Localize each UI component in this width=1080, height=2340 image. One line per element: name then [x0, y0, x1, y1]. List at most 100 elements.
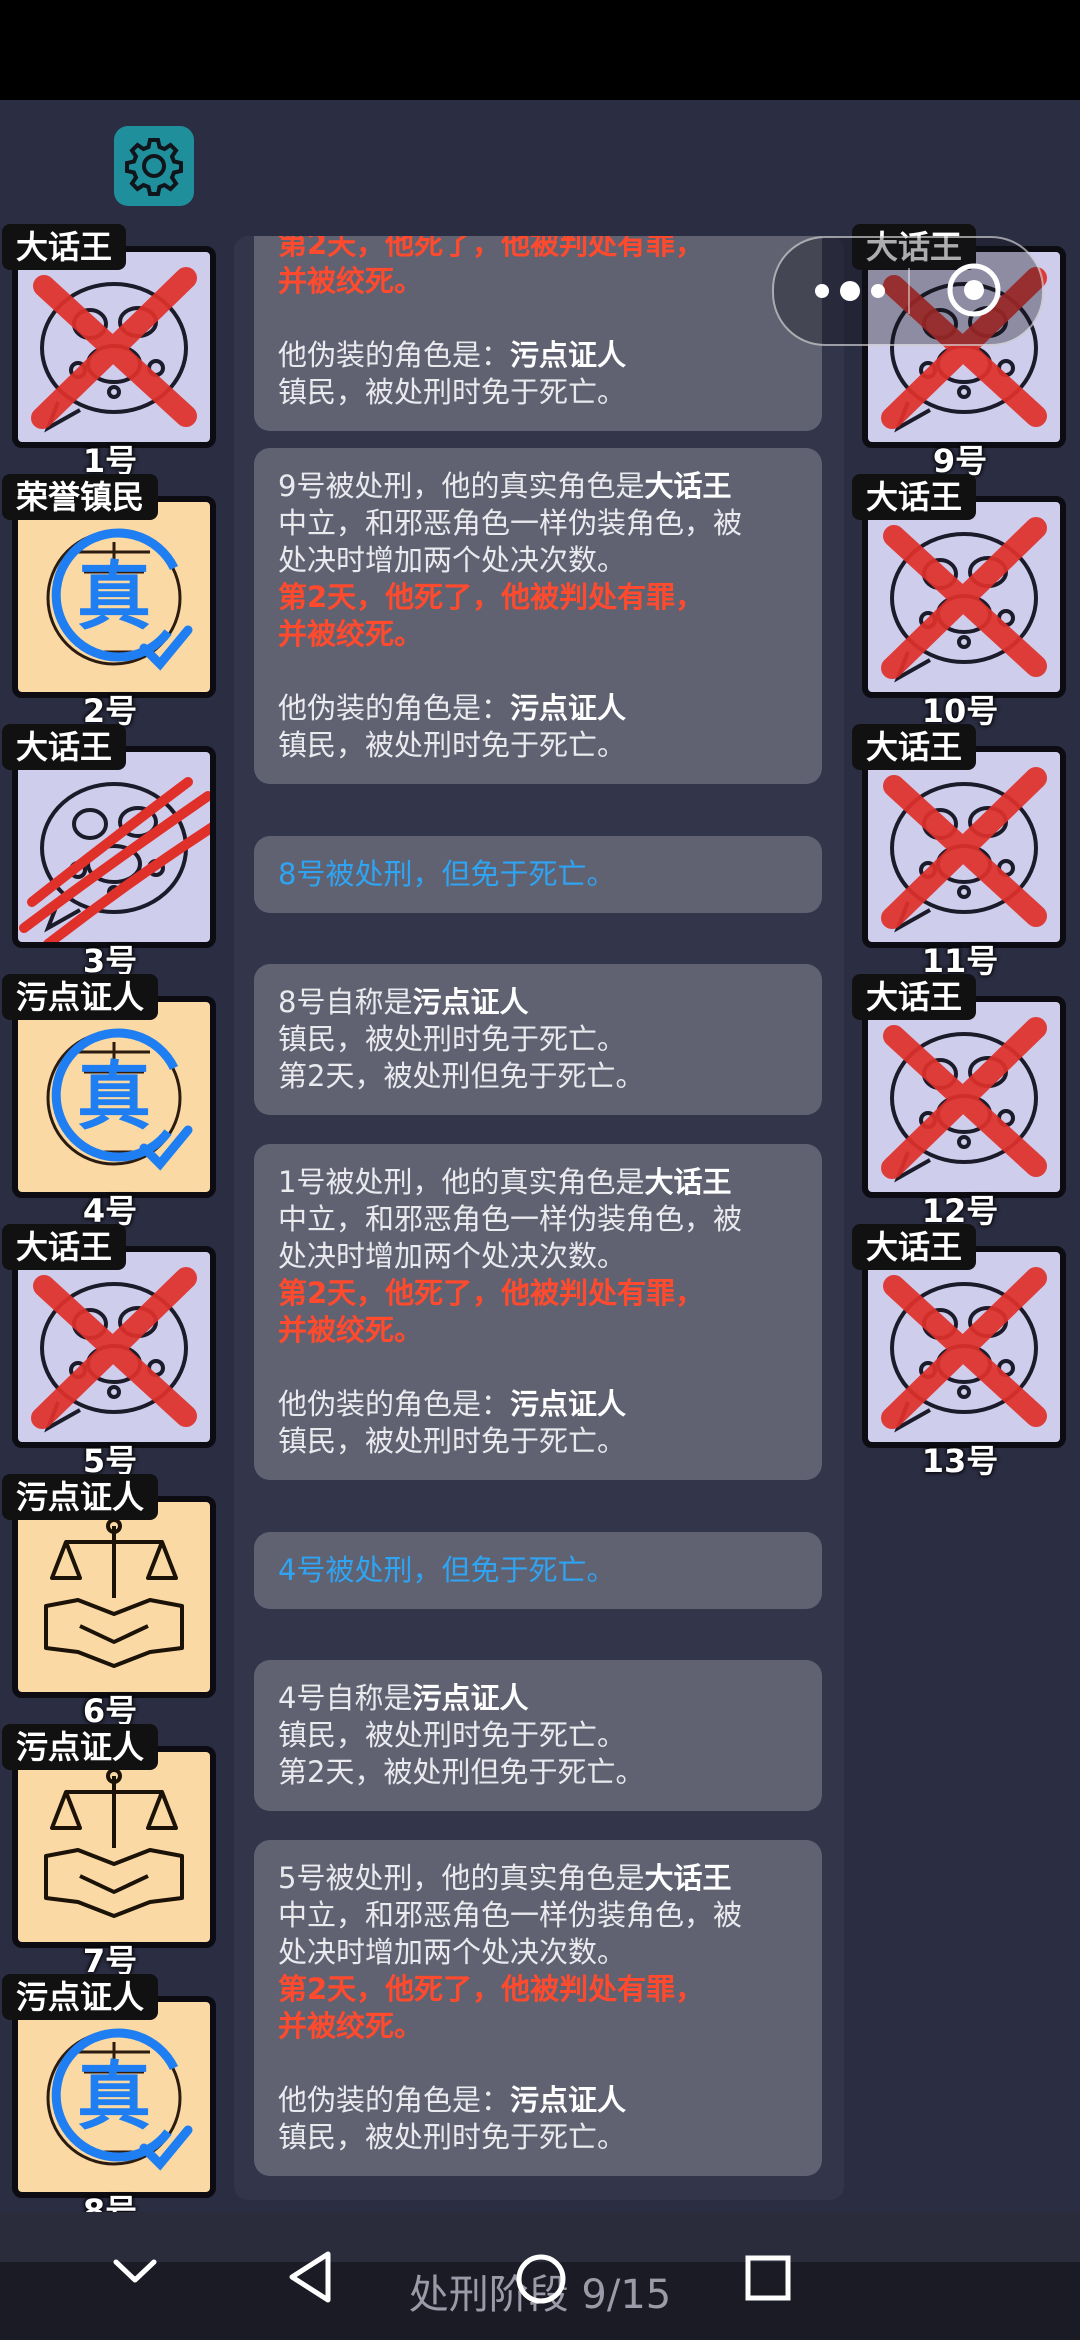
log-line: 处决时增加两个处决次数。	[278, 543, 627, 577]
verified-true-icon: 真	[46, 2028, 193, 2171]
player-slot[interactable]: 大话王 12号	[850, 974, 1070, 1232]
svg-text:真: 真	[77, 554, 151, 640]
capsule-divider	[908, 268, 910, 314]
log-entry: 5号被处刑，他的真实角色是大话王 中立，和邪恶角色一样伪装角色，被 处决时增加两个处…	[254, 1840, 822, 2176]
log-line: 第2天，被处刑但免于死亡。	[278, 1059, 645, 1093]
liar-bubble-icon	[881, 1017, 1047, 1183]
player-slot[interactable]: 污点证人 6号	[0, 1474, 220, 1732]
log-line: 镇民，被处刑时免于死亡。	[278, 375, 627, 409]
back-triangle-icon[interactable]	[286, 2250, 334, 2304]
role-card	[862, 746, 1066, 948]
player-number: 13号	[921, 1442, 999, 1480]
log-entry: 4号自称是污点证人 镇民，被处刑时免于死亡。 第2天，被处刑但免于死亡。	[254, 1660, 822, 1811]
log-line: 镇民，被处刑时免于死亡。	[278, 1022, 627, 1056]
role-card: 真	[12, 996, 216, 1198]
log-line: 8号被处刑，但免于死亡。	[278, 857, 616, 891]
player-slot[interactable]: 真荣誉镇民 2号	[0, 474, 220, 732]
role-card	[12, 1246, 216, 1448]
log-line: 镇民，被处刑时免于死亡。	[278, 728, 627, 762]
log-line: 9号被处刑，他的真实角色是大话王	[278, 469, 732, 503]
mini-program-capsule	[772, 236, 1044, 346]
log-line: 4号自称是污点证人	[278, 1681, 529, 1715]
log-line: 第2天，被处刑但免于死亡。	[278, 1755, 645, 1789]
execution-log-panel[interactable]: 第2天，他死了，他被判处有罪， 并被绞死。 他伪装的角色是：污点证人 镇民，被处刑时免…	[234, 236, 844, 2200]
player-slot[interactable]: 大话王 3号	[0, 724, 220, 982]
claimed-role-label: 污点证人	[2, 1474, 159, 1520]
log-line: 5号被处刑，他的真实角色是大话王	[278, 1861, 732, 1895]
home-circle-icon[interactable]	[514, 2252, 568, 2306]
liar-bubble-icon	[881, 1267, 1047, 1433]
verified-true-icon: 真	[46, 528, 193, 671]
log-entry: 4号被处刑，但免于死亡。	[254, 1532, 822, 1609]
role-card	[862, 496, 1066, 698]
status-bar	[0, 0, 1080, 100]
log-line: 他伪装的角色是：污点证人	[278, 1387, 627, 1421]
log-line: 并被绞死。	[278, 1313, 424, 1347]
log-line: 镇民，被处刑时免于死亡。	[278, 1718, 627, 1752]
claimed-role-label: 污点证人	[2, 1724, 159, 1770]
log-line: 他伪装的角色是：污点证人	[278, 338, 627, 372]
player-slot[interactable]: 大话王 1号	[0, 224, 220, 482]
log-line: 第2天，他死了，他被判处有罪，	[278, 1972, 705, 2006]
liar-bubble-icon	[19, 777, 210, 942]
claimed-role-label: 污点证人	[2, 974, 159, 1020]
claimed-role-label: 荣誉镇民	[2, 474, 159, 520]
role-card	[862, 996, 1066, 1198]
player-slot[interactable]: 真污点证人 8号	[0, 1974, 220, 2232]
log-line: 中立，和邪恶角色一样伪装角色，被	[278, 1202, 743, 1236]
log-line: 第2天，他死了，他被判处有罪，	[278, 1276, 705, 1310]
gear-icon	[125, 138, 183, 196]
chevron-down-icon[interactable]	[112, 2256, 158, 2286]
liar-bubble-icon	[31, 1267, 197, 1433]
player-slot[interactable]: 污点证人 7号	[0, 1724, 220, 1982]
role-card: 真	[12, 1996, 216, 2198]
log-entry: 1号被处刑，他的真实角色是大话王 中立，和邪恶角色一样伪装角色，被 处决时增加两个处…	[254, 1144, 822, 1480]
log-line: 第2天，他死了，他被判处有罪，	[278, 580, 705, 614]
log-line: 处决时增加两个处决次数。	[278, 1935, 627, 1969]
role-card	[12, 246, 216, 448]
log-line: 1号被处刑，他的真实角色是大话王	[278, 1165, 732, 1199]
claimed-role-label: 大话王	[852, 1224, 977, 1270]
scales-handshake-icon	[44, 1768, 184, 1918]
log-entry: 第2天，他死了，他被判处有罪， 并被绞死。他伪装的角色是：污点证人 镇民，被处刑时免…	[254, 236, 822, 431]
log-entry: 8号被处刑，但免于死亡。	[254, 836, 822, 913]
log-line: 并被绞死。	[278, 264, 424, 298]
claimed-role-label: 大话王	[852, 474, 977, 520]
recents-square-icon[interactable]	[744, 2254, 792, 2302]
log-line: 他伪装的角色是：污点证人	[278, 691, 627, 725]
player-slot[interactable]: 大话王 10号	[850, 474, 1070, 732]
player-slot[interactable]: 大话王 11号	[850, 724, 1070, 982]
claimed-role-label: 大话王	[2, 1224, 127, 1270]
verified-true-icon: 真	[46, 1028, 193, 1171]
settings-button[interactable]	[114, 126, 194, 206]
more-dots-icon[interactable]	[810, 268, 890, 314]
scales-handshake-icon	[44, 1518, 184, 1668]
role-card	[12, 746, 216, 948]
log-line: 中立，和邪恶角色一样伪装角色，被	[278, 506, 743, 540]
player-slot[interactable]: 大话王 13号	[850, 1224, 1070, 1482]
liar-bubble-icon	[881, 517, 1047, 683]
player-slot[interactable]: 真污点证人 4号	[0, 974, 220, 1232]
log-line: 第2天，他死了，他被判处有罪，	[278, 236, 705, 261]
log-line: 中立，和邪恶角色一样伪装角色，被	[278, 1898, 743, 1932]
target-circle-icon[interactable]	[946, 262, 1002, 318]
log-entry: 9号被处刑，他的真实角色是大话王 中立，和邪恶角色一样伪装角色，被 处决时增加两个处…	[254, 448, 822, 784]
log-entry: 8号自称是污点证人 镇民，被处刑时免于死亡。 第2天，被处刑但免于死亡。	[254, 964, 822, 1115]
log-line: 他伪装的角色是：污点证人	[278, 2083, 627, 2117]
log-line: 处决时增加两个处决次数。	[278, 1239, 627, 1273]
role-card	[12, 1496, 216, 1698]
role-card	[862, 1246, 1066, 1448]
log-line: 镇民，被处刑时免于死亡。	[278, 1424, 627, 1458]
role-card	[12, 1746, 216, 1948]
player-slot[interactable]: 大话王 5号	[0, 1224, 220, 1482]
role-card: 真	[12, 496, 216, 698]
svg-text:真: 真	[77, 2054, 151, 2140]
svg-text:真: 真	[77, 1054, 151, 1140]
liar-bubble-icon	[881, 767, 1047, 933]
claimed-role-label: 大话王	[852, 974, 977, 1020]
log-line: 镇民，被处刑时免于死亡。	[278, 2120, 627, 2154]
